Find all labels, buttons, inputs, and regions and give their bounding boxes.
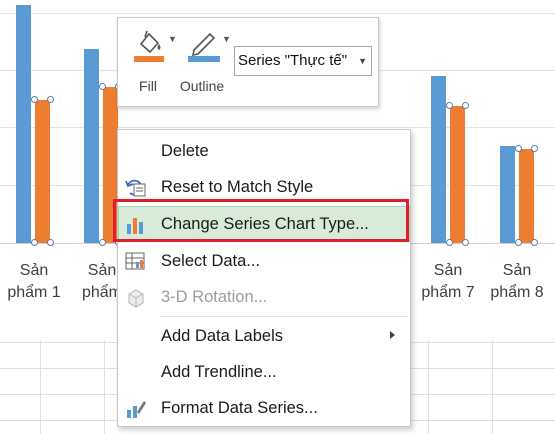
menu-item-label: Add Trendline... <box>161 363 277 381</box>
chevron-down-icon: ▼ <box>358 56 367 66</box>
outline-label: Outline <box>179 78 225 94</box>
paint-bucket-icon <box>132 28 172 69</box>
selection-handle[interactable] <box>531 144 538 152</box>
gridline <box>0 13 555 14</box>
bar-actual[interactable] <box>35 100 50 243</box>
select-data-icon <box>125 251 147 273</box>
selection-handle[interactable] <box>515 144 522 152</box>
reset-style-icon <box>125 177 147 199</box>
fill-label: Fill <box>139 78 157 94</box>
selection-handle[interactable] <box>462 101 469 109</box>
context-menu: Delete Reset to Match Style Change Serie… <box>117 129 411 427</box>
bar-plan[interactable] <box>16 4 31 243</box>
selection-handle[interactable] <box>446 239 453 246</box>
bar-plan[interactable] <box>500 145 515 243</box>
grid-col-line <box>428 340 429 434</box>
pen-outline-icon <box>186 28 226 69</box>
selection-handle[interactable] <box>47 96 54 104</box>
menu-item-delete[interactable]: Delete <box>119 134 409 168</box>
selection-handle[interactable] <box>31 239 38 246</box>
selection-handle[interactable] <box>99 239 106 246</box>
menu-item-3d-rotation[interactable]: 3-D Rotation... <box>119 280 409 314</box>
menu-item-label: Add Data Labels <box>161 327 284 345</box>
menu-item-select-data[interactable]: Select Data... <box>119 244 409 278</box>
selection-handle[interactable] <box>446 101 453 109</box>
grid-col-line <box>104 340 105 434</box>
submenu-arrow-icon <box>390 331 395 339</box>
menu-item-format-data-series[interactable]: Format Data Series... <box>119 391 409 425</box>
bar-actual[interactable] <box>450 105 465 243</box>
selection-handle[interactable] <box>47 239 54 246</box>
highlight-callout-box <box>113 199 409 242</box>
menu-item-label: 3-D Rotation... <box>161 288 268 306</box>
x-axis-label-7: Sản phẩm 7 <box>421 262 475 301</box>
menu-item-add-trendline[interactable]: Add Trendline... <box>119 355 409 389</box>
menu-item-add-data-labels[interactable]: Add Data Labels <box>119 319 409 353</box>
selection-handle[interactable] <box>515 239 522 246</box>
series-selector[interactable]: Series "Thực tế" ▼ <box>234 46 372 76</box>
grid-col-line <box>492 340 493 434</box>
menu-separator <box>160 316 408 317</box>
grid-col-line <box>40 340 41 434</box>
fill-dropdown-arrow[interactable]: ▼ <box>168 34 177 44</box>
format-series-icon <box>125 398 147 420</box>
menu-item-label: Select Data... <box>161 252 261 270</box>
menu-item-label: Format Data Series... <box>161 399 318 417</box>
fill-button[interactable]: ▼ Fill <box>124 24 177 98</box>
series-selector-value: Series "Thực tế" <box>238 52 348 69</box>
format-mini-toolbar: ▼ Fill ▼ Outline Series "Thực tế" ▼ <box>117 17 379 107</box>
rotation-3d-icon <box>125 287 147 309</box>
selection-handle[interactable] <box>531 239 538 246</box>
bar-actual[interactable] <box>519 148 534 243</box>
selection-handle[interactable] <box>462 239 469 246</box>
bar-plan[interactable] <box>431 75 446 243</box>
menu-item-label: Delete <box>161 142 209 160</box>
bar-plan[interactable] <box>84 48 99 243</box>
outline-button[interactable]: ▼ Outline <box>178 24 231 98</box>
outline-dropdown-arrow[interactable]: ▼ <box>222 34 231 44</box>
x-axis-label-8: Sản phẩm 8 <box>490 262 544 301</box>
